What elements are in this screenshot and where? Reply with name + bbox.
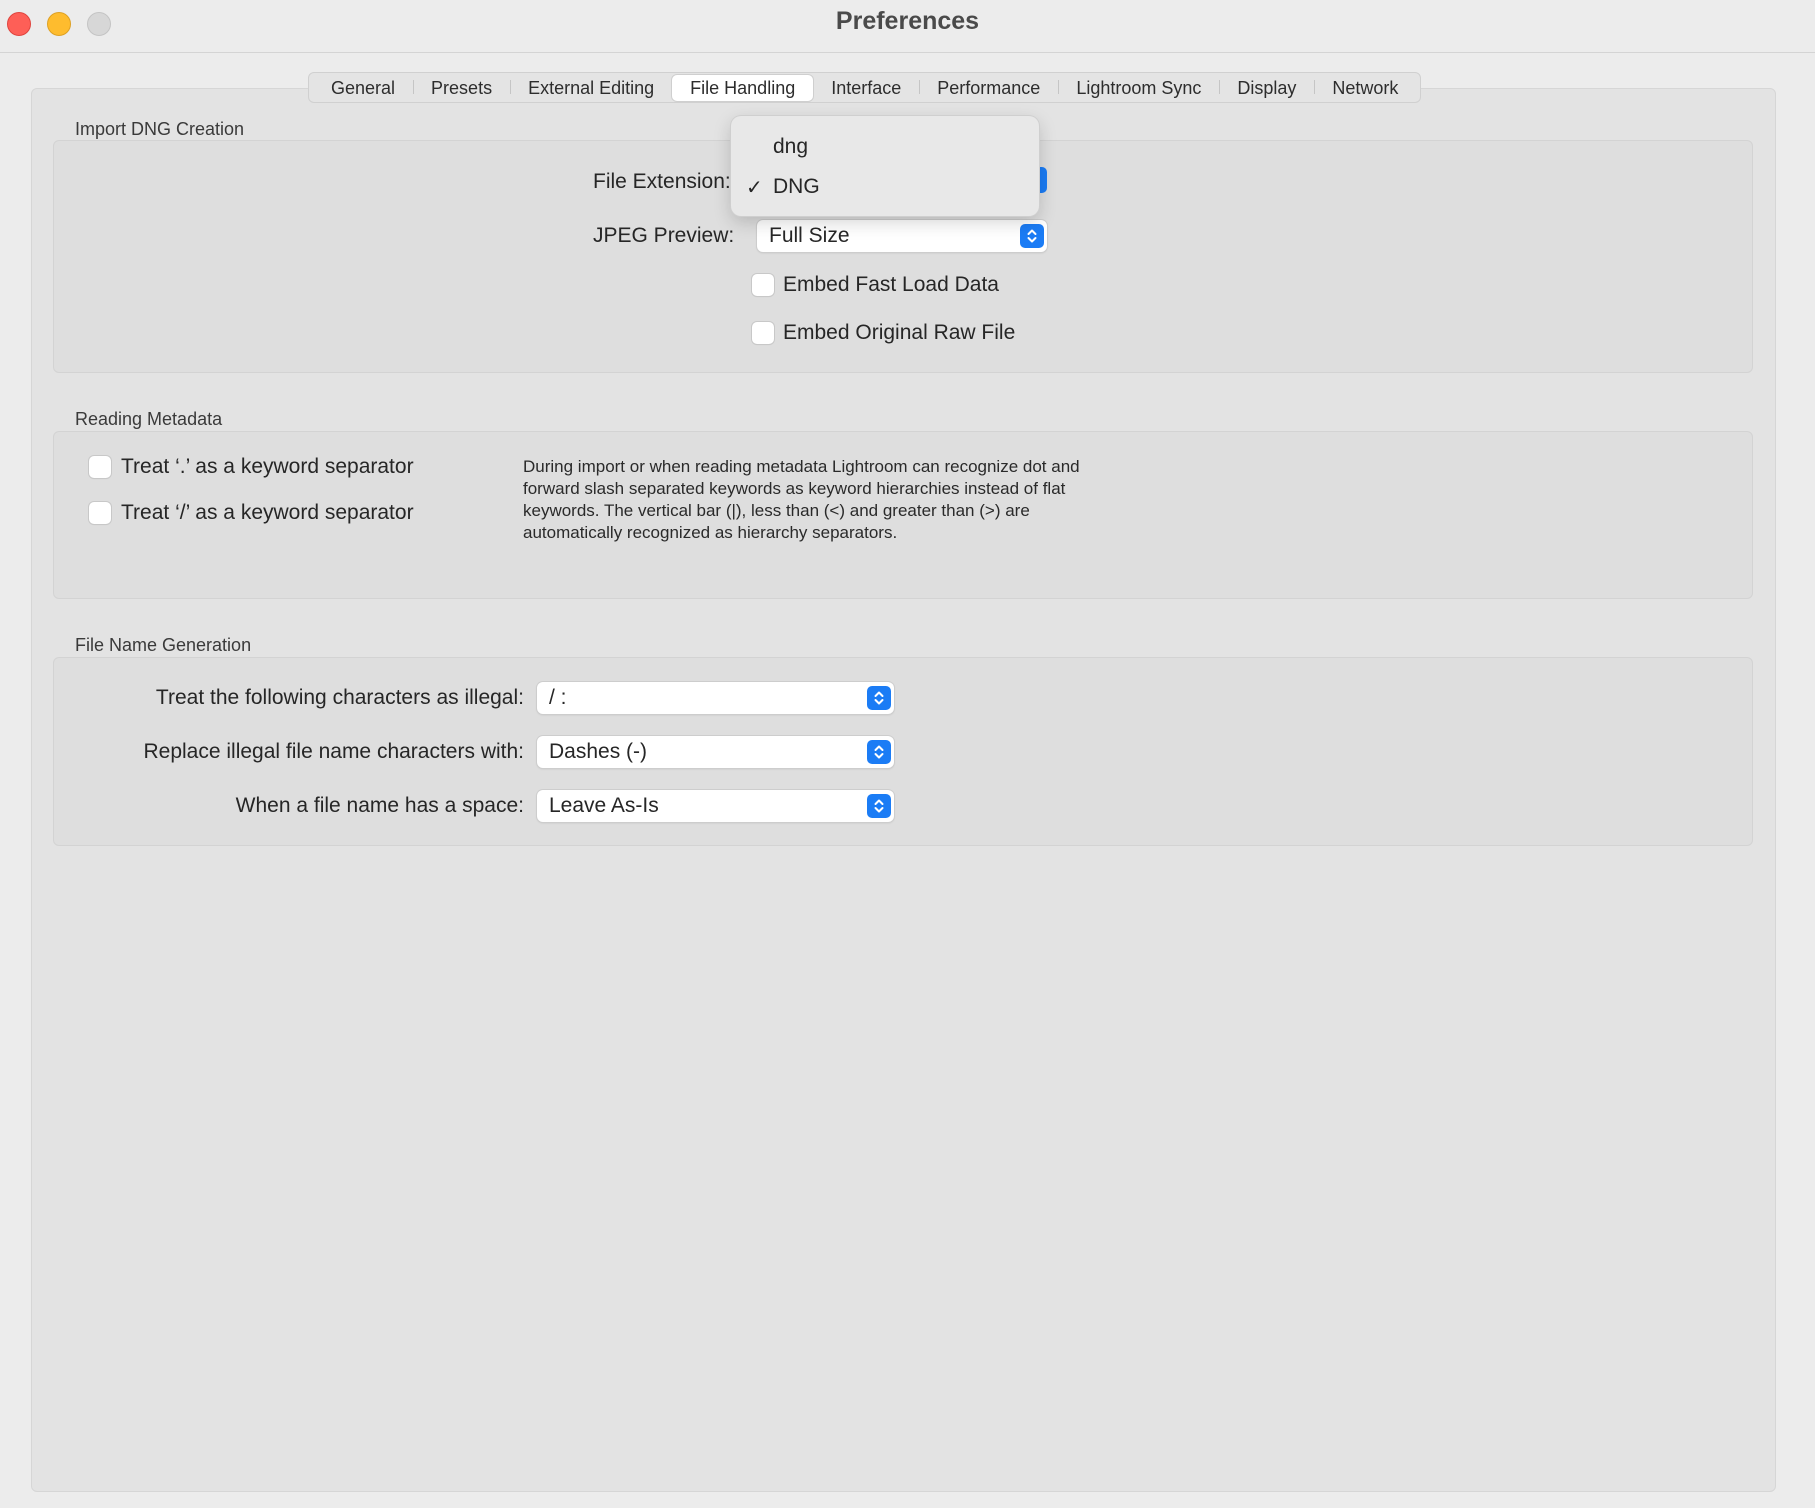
menu-item-label: DNG [773, 175, 820, 198]
file-extension-dropdown-menu: dng ✓ DNG [731, 116, 1039, 216]
preferences-tab-bar: General Presets External Editing File Ha… [308, 72, 1422, 103]
tab-lightroom-sync[interactable]: Lightroom Sync [1058, 75, 1219, 101]
menu-item-dng-uppercase[interactable]: ✓ DNG [731, 168, 1039, 204]
file-name-generation-group-title: File Name Generation [75, 635, 252, 655]
select-arrows-icon [867, 794, 891, 818]
jpeg-preview-label: JPEG Preview: [593, 224, 735, 247]
replace-chars-select[interactable]: Dashes (-) [537, 736, 894, 768]
jpeg-preview-select[interactable]: Full Size [757, 220, 1047, 252]
tab-display[interactable]: Display [1219, 75, 1314, 101]
tab-performance[interactable]: Performance [919, 75, 1058, 101]
tab-general[interactable]: General [313, 75, 413, 101]
space-handling-select[interactable]: Leave As-Is [537, 790, 894, 822]
space-handling-value: Leave As-Is [549, 794, 659, 817]
window-title: Preferences [835, 7, 980, 35]
embed-original-raw-label: Embed Original Raw File [783, 321, 1016, 344]
illegal-chars-label: Treat the following characters as illega… [155, 686, 524, 709]
select-arrows-icon [1020, 224, 1044, 248]
tab-network[interactable]: Network [1314, 75, 1416, 101]
checkmark-icon: ✓ [746, 177, 763, 199]
file-extension-label: File Extension: [593, 170, 731, 193]
replace-chars-label: Replace illegal file name characters wit… [143, 740, 524, 763]
tab-interface[interactable]: Interface [813, 75, 919, 101]
space-handling-label: When a file name has a space: [235, 794, 524, 817]
embed-original-raw-checkbox[interactable] [752, 322, 774, 344]
tab-external-editing[interactable]: External Editing [510, 75, 672, 101]
title-bar: Preferences [0, 0, 1815, 53]
jpeg-preview-value: Full Size [769, 224, 850, 247]
illegal-chars-value: / : [549, 686, 567, 709]
embed-fast-load-checkbox[interactable] [752, 274, 774, 296]
reading-metadata-group-title: Reading Metadata [75, 409, 223, 429]
slash-separator-checkbox[interactable] [89, 502, 111, 524]
embed-fast-load-label: Embed Fast Load Data [783, 273, 999, 296]
dot-separator-label: Treat ‘.’ as a keyword separator [121, 455, 414, 478]
menu-item-label: dng [773, 135, 809, 158]
menu-item-dng-lowercase[interactable]: dng [731, 128, 1039, 164]
select-arrows-icon [867, 686, 891, 710]
dot-separator-checkbox[interactable] [89, 456, 111, 478]
select-arrows-icon [867, 740, 891, 764]
replace-chars-value: Dashes (-) [549, 740, 648, 763]
import-dng-group-title: Import DNG Creation [75, 119, 245, 139]
tab-presets[interactable]: Presets [413, 75, 510, 101]
keyword-separator-help-text: During import or when reading metadata L… [523, 457, 1080, 542]
tab-file-handling[interactable]: File Handling [672, 74, 814, 101]
slash-separator-label: Treat ‘/’ as a keyword separator [121, 501, 414, 524]
illegal-chars-select[interactable]: / : [537, 682, 894, 714]
